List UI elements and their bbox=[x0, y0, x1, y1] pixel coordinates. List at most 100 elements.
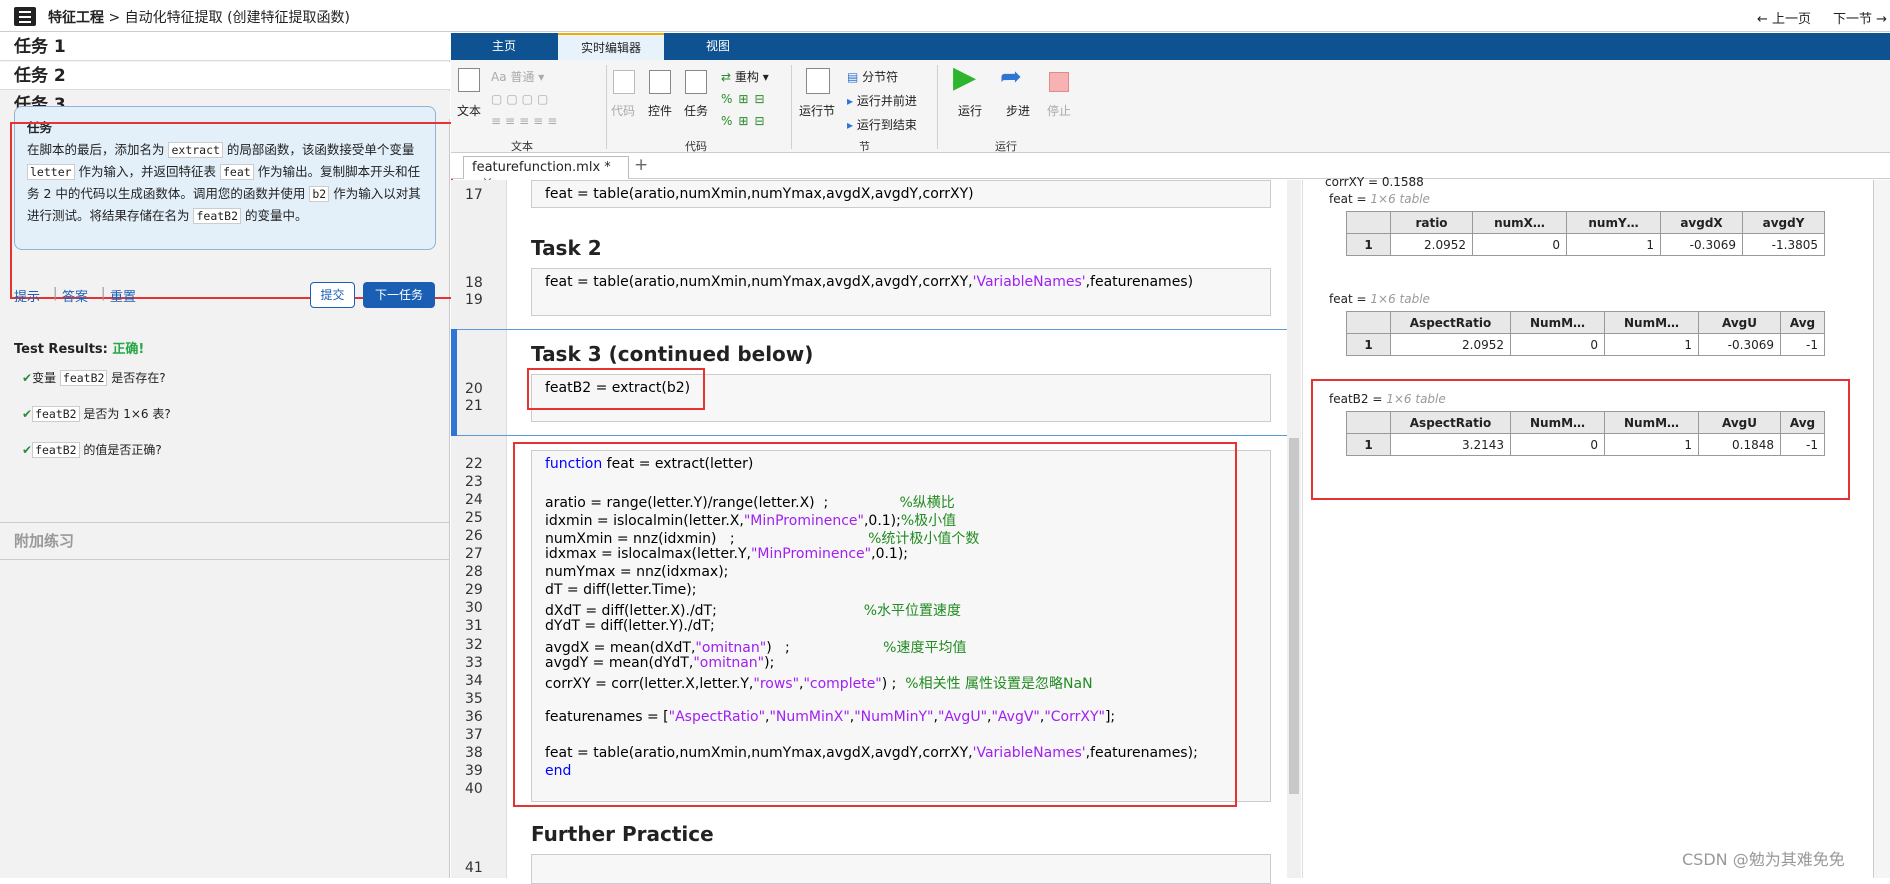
section-label: 文本 bbox=[511, 140, 533, 153]
output-text: corrXY = 0.1588 bbox=[1325, 175, 1424, 189]
stop-icon bbox=[1049, 72, 1069, 92]
ribbon-tab-bar: 主页 实时编辑器 视图 bbox=[451, 33, 1890, 60]
line-number: 34 bbox=[465, 672, 483, 689]
task-button[interactable]: 任务 bbox=[684, 102, 708, 119]
code-tool-icons[interactable]: %⊞⊟ bbox=[721, 92, 771, 106]
code-block[interactable] bbox=[531, 854, 1271, 884]
control-button[interactable]: 控件 bbox=[648, 102, 672, 119]
answer-link[interactable]: 答案 bbox=[62, 286, 88, 305]
live-editor[interactable]: 17 feat = table(aratio,numXmin,numYmax,a… bbox=[451, 180, 1301, 884]
line-number: 27 bbox=[465, 546, 483, 563]
line-number: 38 bbox=[465, 744, 483, 761]
editor-scrollbar[interactable] bbox=[1287, 180, 1301, 878]
refactor-button[interactable]: ⇄ 重构 ▾ bbox=[721, 68, 769, 85]
line-number: 17 bbox=[465, 187, 483, 203]
line-number: 18 bbox=[465, 275, 483, 291]
highlight-box bbox=[527, 368, 705, 410]
line-number: 28 bbox=[465, 564, 483, 581]
line-number: 36 bbox=[465, 708, 483, 725]
submit-button[interactable]: 提交 bbox=[310, 282, 355, 308]
run-button[interactable]: 运行 bbox=[958, 102, 982, 119]
next-section-link[interactable]: 下一节 → bbox=[1833, 8, 1887, 27]
line-number: 24 bbox=[465, 492, 483, 509]
control-icon bbox=[649, 70, 671, 94]
top-bar: 特征工程 > 自动化特征提取 (创建特征提取函数) ← 上一页 下一节 → bbox=[0, 0, 1890, 32]
run-section-button[interactable]: 运行节 bbox=[799, 102, 835, 119]
hamburger-menu-icon[interactable] bbox=[14, 7, 36, 26]
tab-live-editor[interactable]: 实时编辑器 bbox=[558, 33, 664, 60]
link-separator: | bbox=[53, 286, 58, 301]
run-to-end-button[interactable]: ▸ 运行到结束 bbox=[847, 116, 917, 133]
check-item: ✔变量 featB2 是否存在? bbox=[22, 370, 166, 386]
line-number: 22 bbox=[465, 456, 483, 472]
section-label: 运行 bbox=[995, 140, 1017, 153]
highlight-box bbox=[10, 122, 453, 299]
extra-practice-header[interactable]: 附加练习 bbox=[0, 522, 450, 560]
step-button[interactable]: 步进 bbox=[1006, 102, 1030, 119]
line-number: 23 bbox=[465, 474, 483, 491]
line-number: 21 bbox=[465, 398, 483, 414]
line-number: 40 bbox=[465, 780, 483, 797]
file-name: featurefunction.mlx * bbox=[472, 160, 611, 175]
add-tab-icon[interactable]: + bbox=[634, 155, 648, 175]
section-break-button[interactable]: ▤ 分节符 bbox=[847, 68, 898, 85]
checkmark-icon: ✔ bbox=[22, 443, 33, 457]
watermark: CSDN @勉为其难免免 bbox=[1682, 850, 1845, 869]
align-buttons[interactable]: ≡≡≡≡≡ bbox=[491, 114, 561, 128]
section-label: 节 bbox=[859, 140, 870, 153]
line-number: 26 bbox=[465, 528, 483, 545]
stop-button[interactable]: 停止 bbox=[1047, 102, 1071, 119]
section-heading-further-practice[interactable]: Further Practice bbox=[531, 822, 714, 846]
tab-home[interactable]: 主页 bbox=[451, 33, 557, 60]
output-table: ratio numX… numY… avgdX avgdY 1 2.0952 0 1 -0.30… bbox=[1346, 211, 1825, 256]
style-dropdown[interactable]: Aa 普通 ▾ bbox=[491, 68, 544, 85]
check-item: ✔ featB2 的值是否正确? bbox=[22, 442, 162, 458]
line-number: 31 bbox=[465, 618, 483, 635]
breadcrumb-root[interactable]: 特征工程 bbox=[48, 10, 104, 26]
run-and-advance-button[interactable]: ▸ 运行并前进 bbox=[847, 92, 917, 109]
line-number: 37 bbox=[465, 726, 483, 743]
code-icon bbox=[613, 70, 635, 94]
reset-link[interactable]: 重置 bbox=[110, 286, 136, 305]
section-heading-task-3[interactable]: Task 3 (continued below) bbox=[531, 342, 813, 366]
test-results: Test Results: 正确! bbox=[14, 338, 144, 357]
checkmark-icon: ✔ bbox=[22, 371, 33, 385]
divider bbox=[791, 65, 792, 149]
breadcrumb-separator: > bbox=[108, 10, 121, 26]
task-2-header[interactable]: 任务 2 bbox=[0, 62, 450, 90]
highlight-box bbox=[1311, 379, 1850, 500]
format-buttons[interactable]: ▢▢▢▢ bbox=[491, 92, 552, 106]
right-tool-strip[interactable] bbox=[1873, 180, 1890, 878]
line-number: 35 bbox=[465, 690, 483, 707]
checkmark-icon: ✔ bbox=[22, 407, 33, 421]
run-section-icon bbox=[806, 68, 830, 94]
ribbon-toolbar: 文本 Aa 普通 ▾ ▢▢▢▢ ≡≡≡≡≡ 代码 控件 任务 ⇄ 重构 ▾ %⊞… bbox=[451, 60, 1890, 153]
code-button[interactable]: 代码 bbox=[611, 102, 635, 119]
task-1-header[interactable]: 任务 1 bbox=[0, 33, 450, 61]
code-line[interactable]: feat = table(aratio,numXmin,numYmax,avgd… bbox=[545, 186, 974, 202]
scrollbar-thumb[interactable] bbox=[1289, 438, 1299, 794]
output-table: AspectRatio NumM… NumM… AvgU Avg 1 2.0952 0 1 -0… bbox=[1346, 311, 1825, 356]
link-separator: | bbox=[101, 286, 106, 301]
hint-link[interactable]: 提示 bbox=[14, 286, 40, 305]
prev-page-link[interactable]: ← 上一页 bbox=[1757, 8, 1811, 27]
line-number: 20 bbox=[465, 381, 483, 397]
line-number: 32 bbox=[465, 636, 483, 653]
next-task-button[interactable]: 下一任务 bbox=[363, 282, 435, 308]
file-tab-bar: featurefunction.mlx * × + bbox=[451, 153, 1890, 190]
file-tab[interactable]: featurefunction.mlx * × bbox=[463, 156, 629, 190]
section-indicator bbox=[451, 329, 457, 436]
section-heading-task-2[interactable]: Task 2 bbox=[531, 236, 602, 260]
section-label: 代码 bbox=[685, 140, 707, 153]
breadcrumb-page: 自动化特征提取 (创建特征提取函数) bbox=[124, 10, 351, 26]
breadcrumb: 特征工程 > 自动化特征提取 (创建特征提取函数) bbox=[48, 7, 350, 27]
output-label: feat = 1×6 table bbox=[1329, 292, 1430, 306]
code-tool-icons[interactable]: %⊞⊟ bbox=[721, 114, 771, 128]
highlight-box bbox=[513, 442, 1237, 807]
text-button[interactable]: 文本 bbox=[457, 102, 481, 119]
code-line[interactable]: feat = table(aratio,numXmin,numYmax,avgd… bbox=[545, 274, 1193, 290]
output-panel: corrXY = 0.1588 feat = 1×6 table ratio nu… bbox=[1302, 175, 1873, 878]
line-number: 30 bbox=[465, 600, 483, 617]
tab-view[interactable]: 视图 bbox=[665, 33, 771, 60]
divider bbox=[606, 65, 607, 149]
